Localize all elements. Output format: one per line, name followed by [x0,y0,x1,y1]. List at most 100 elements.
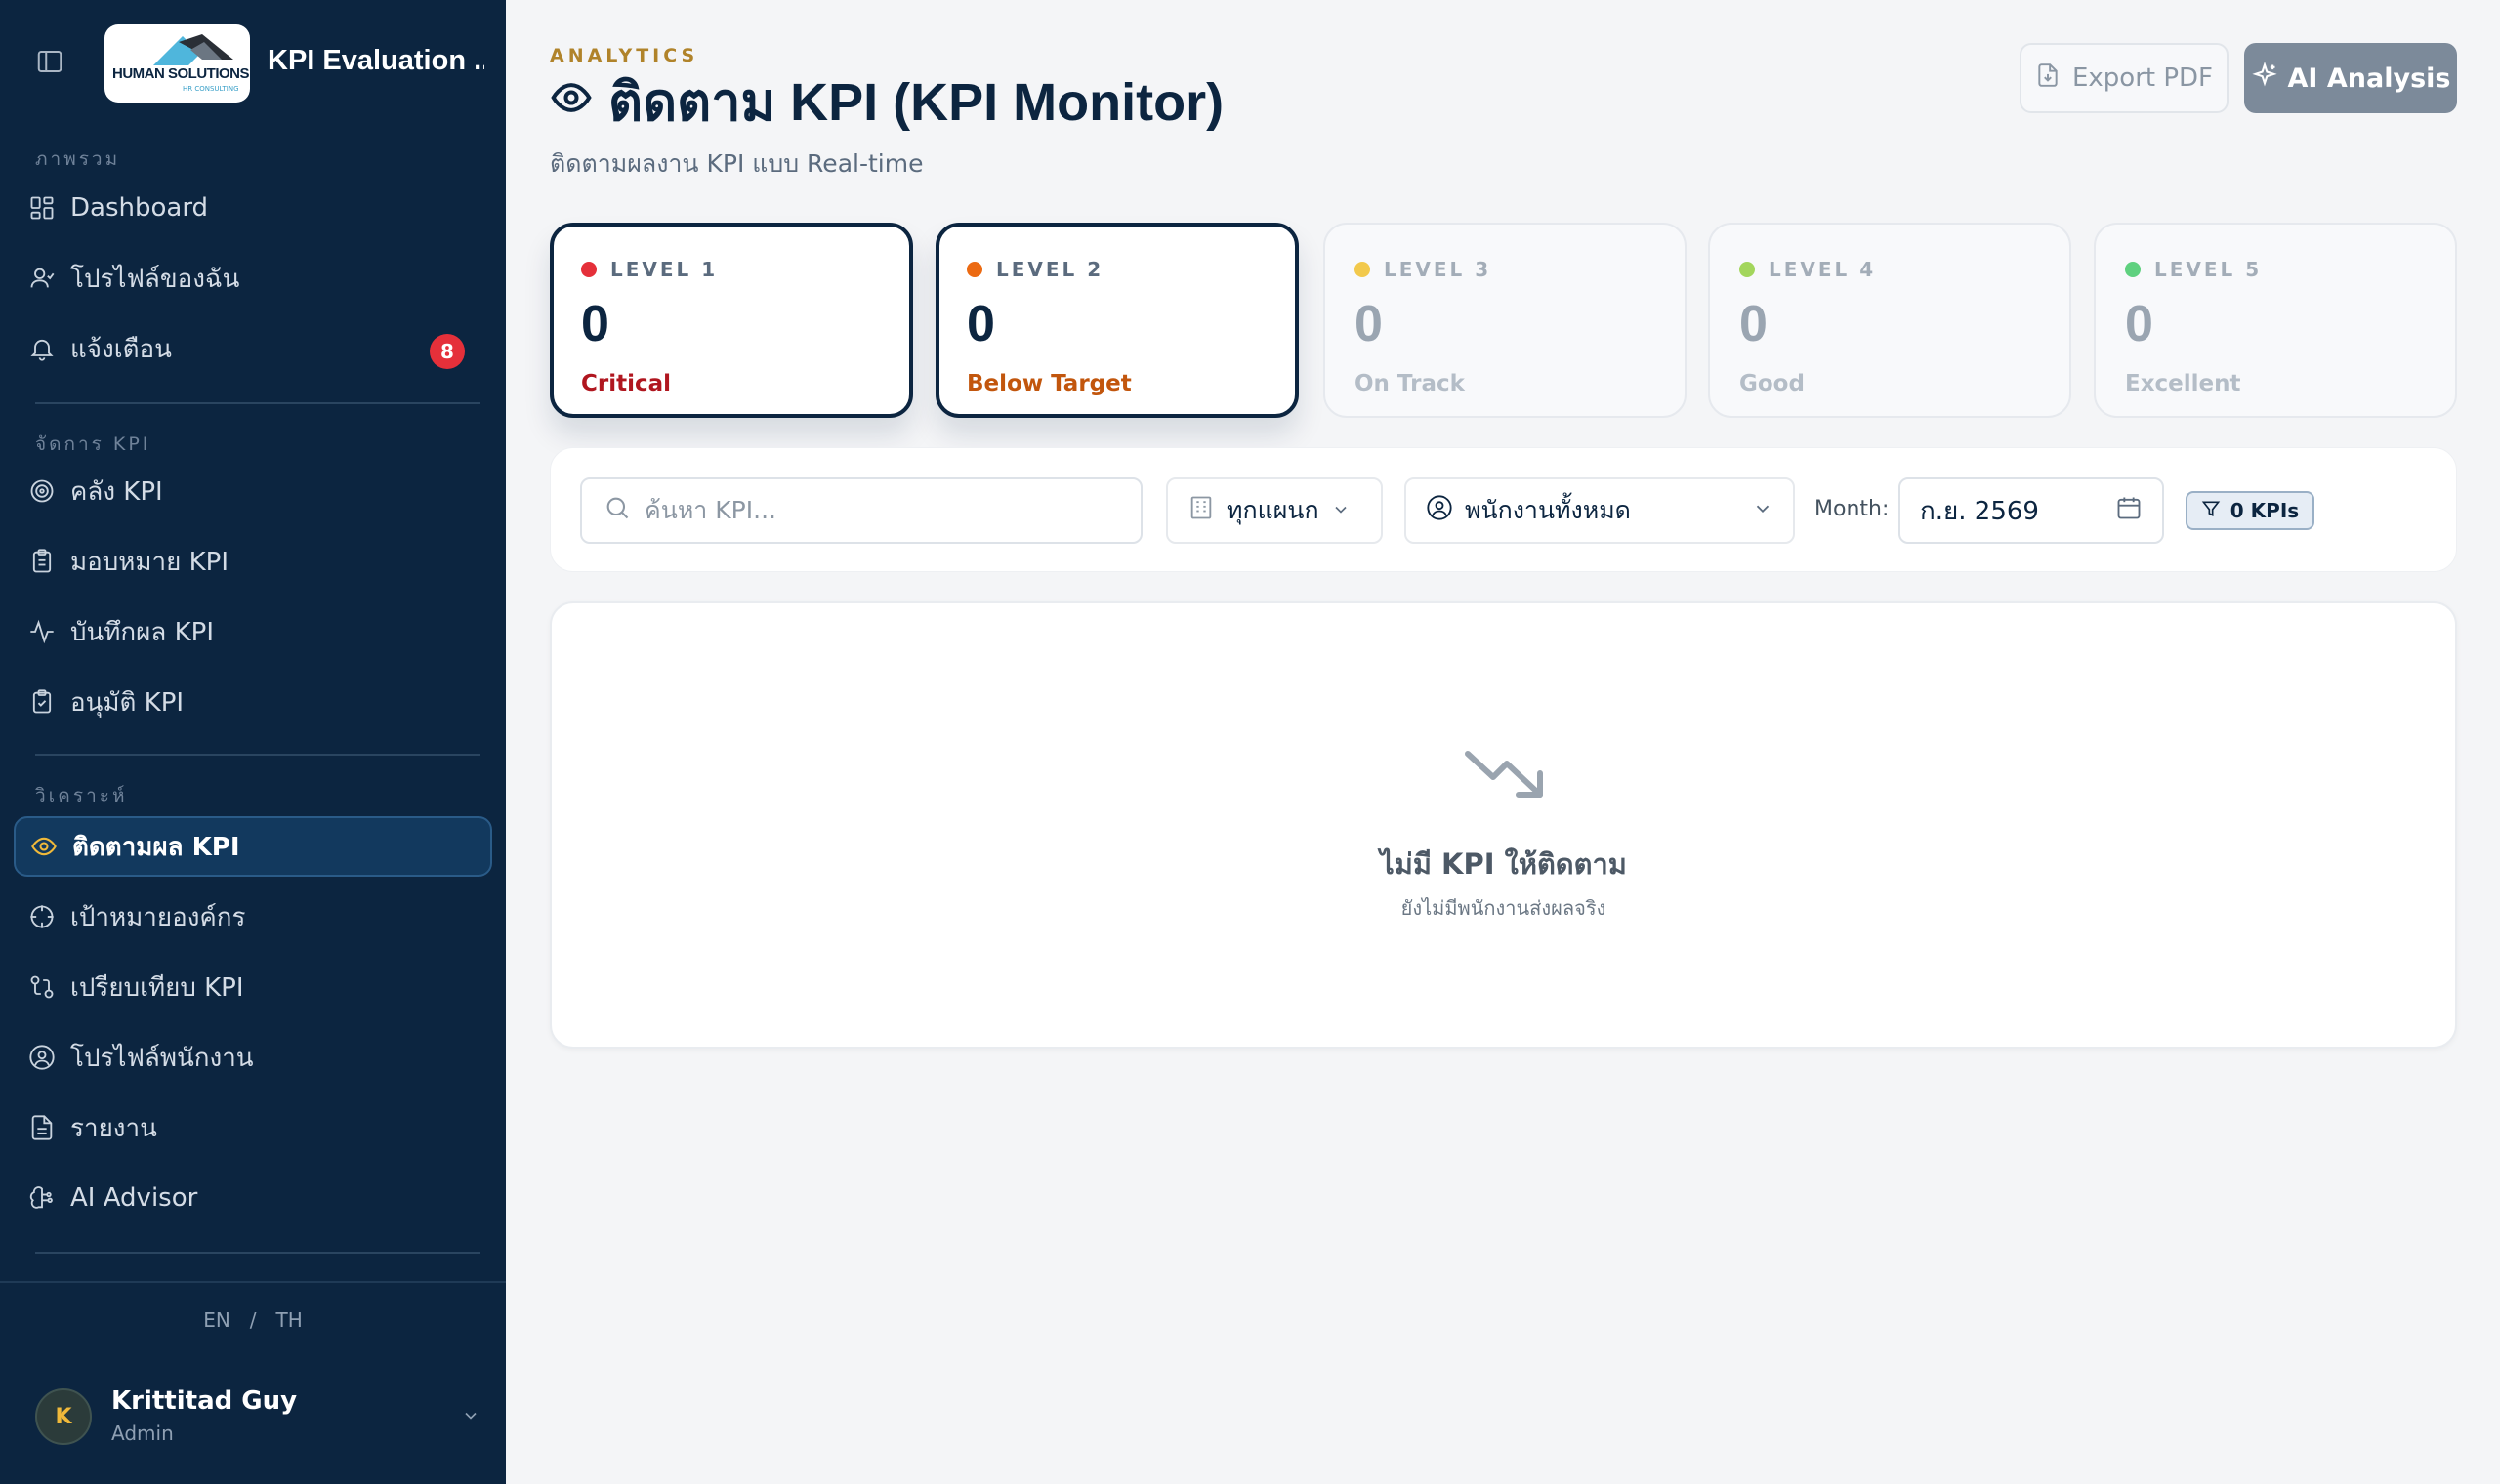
sidebar: HUMAN SOLUTIONS HR CONSULTING KPI Evalua… [0,0,506,1484]
sidebar-item-label: Dashboard [70,193,209,223]
user-name: Krittitad Guy [111,1386,298,1416]
bell-icon [27,334,57,363]
level-label: LEVEL 3 [1384,258,1492,281]
level-count: 0 [2125,296,2153,352]
sidebar-item-reports[interactable]: รายงาน [14,1097,492,1158]
level-card-2[interactable]: LEVEL 2 0 Below Target [936,223,1299,418]
level-count: 0 [1354,296,1383,352]
sidebar-item-kpi-monitor[interactable]: ติดตามผล KPI [14,816,492,877]
level-dot [1354,262,1370,277]
level-dot [581,262,597,277]
level-card-3[interactable]: LEVEL 3 0 On Track [1323,223,1687,418]
avatar: K [35,1388,92,1445]
department-value: ทุกแผนก [1227,496,1319,524]
sidebar-item-org-goals[interactable]: เป้าหมายองค์กร [14,886,492,947]
level-card-4[interactable]: LEVEL 4 0 Good [1708,223,2071,418]
sidebar-item-label: คลัง KPI [70,476,163,507]
eye-icon [550,71,593,132]
activity-icon [27,617,57,646]
sidebar-item-notifications[interactable]: แจ้งเตือน 8 [14,318,492,379]
user-icon [27,264,57,293]
sidebar-toggle-icon[interactable] [35,47,70,76]
sidebar-item-label: บันทึกผล KPI [70,617,214,647]
building-icon [1188,494,1215,527]
chevron-down-icon [1331,497,1351,525]
level-label: LEVEL 5 [2154,258,2263,281]
brain-icon [27,1183,57,1213]
level-label: LEVEL 1 [610,258,719,281]
lang-th-button[interactable]: TH [276,1308,303,1332]
search-input[interactable]: ค้นหา KPI... [580,477,1143,544]
month-label: Month: [1814,497,1890,521]
section-label-overview: ภาพรวม [35,148,121,170]
page-title-text: ติดตาม KPI (KPI Monitor) [608,73,1225,132]
ai-analysis-button[interactable]: AI Analysis [2244,43,2457,113]
level-description: Critical [581,371,672,396]
chevron-down-icon [461,1406,480,1429]
level-card-1[interactable]: LEVEL 1 0 Critical [550,223,913,418]
chevron-down-icon [1752,497,1773,525]
page-title: ติดตาม KPI (KPI Monitor) [550,70,1224,133]
sidebar-item-label: มอบหมาย KPI [70,547,229,577]
employee-value: พนักงานทั้งหมด [1465,496,1631,524]
level-dot [967,262,982,277]
user-role: Admin [111,1422,174,1445]
level-card-5[interactable]: LEVEL 5 0 Excellent [2094,223,2457,418]
filter-bar: ค้นหา KPI... ทุกแผนก พนักงานทั้งหมด Mont… [550,447,2457,572]
export-pdf-label: Export PDF [2071,63,2214,93]
sidebar-item-kpi-library[interactable]: คลัง KPI [14,461,492,521]
sidebar-divider [35,754,480,756]
sidebar-item-approve-kpi[interactable]: อนุมัติ KPI [14,672,492,732]
sidebar-item-label: AI Advisor [70,1183,198,1213]
eye-icon [29,832,59,861]
sidebar-item-label: รายงาน [70,1113,157,1143]
sidebar-item-assign-kpi[interactable]: มอบหมาย KPI [14,531,492,592]
file-text-icon [27,1113,57,1142]
empty-state-subtitle: ยังไม่มีพนักงานส่งผลจริง [1400,896,1606,920]
level-description: Excellent [2125,371,2241,396]
clipboard-check-icon [27,687,57,717]
lang-en-button[interactable]: EN [203,1308,230,1332]
sidebar-item-label: เปรียบเทียบ KPI [70,972,244,1003]
level-label: LEVEL 2 [996,258,1104,281]
employee-select[interactable]: พนักงานทั้งหมด [1404,477,1795,544]
logo-text: HUMAN SOLUTIONS [112,65,250,82]
sidebar-item-employee-profile[interactable]: โปรไฟล์พนักงาน [14,1027,492,1088]
sidebar-item-dashboard[interactable]: Dashboard [14,178,492,238]
logo-subtext: HR CONSULTING [183,85,239,93]
clipboard-icon [27,547,57,576]
user-circle-icon [1426,494,1453,527]
sidebar-item-label: โปรไฟล์พนักงาน [70,1043,254,1073]
calendar-icon [2115,494,2143,528]
sidebar-item-label: เป้าหมายองค์กร [70,902,246,932]
sidebar-item-label: แจ้งเตือน [70,334,172,364]
level-count: 0 [967,296,995,352]
search-placeholder: ค้นหา KPI... [645,496,776,524]
level-description: Good [1739,371,1805,396]
level-dot [1739,262,1755,277]
file-download-icon [2035,62,2061,95]
level-dot [2125,262,2141,277]
sidebar-footer-divider [0,1281,506,1283]
language-switcher: EN / TH [0,1308,506,1332]
sidebar-header: HUMAN SOLUTIONS HR CONSULTING KPI Evalua… [0,0,506,117]
user-menu[interactable]: K Krittitad Guy Admin [35,1386,480,1449]
level-description: On Track [1354,371,1465,396]
sidebar-item-label: ติดตามผล KPI [72,832,240,862]
lang-separator: / [249,1308,257,1332]
export-pdf-button[interactable]: Export PDF [2020,43,2229,113]
month-picker[interactable]: ก.ย. 2569 [1898,477,2164,544]
grid-icon [27,193,57,223]
department-select[interactable]: ทุกแผนก [1166,477,1383,544]
sidebar-divider [35,1252,480,1254]
compare-icon [27,972,57,1002]
notification-count-badge: 8 [430,334,465,369]
sidebar-item-my-profile[interactable]: โปรไฟล์ของฉัน [14,248,492,309]
sidebar-item-ai-advisor[interactable]: AI Advisor [14,1168,492,1228]
company-logo: HUMAN SOLUTIONS HR CONSULTING [104,24,250,103]
ai-analysis-label: AI Analysis [2287,62,2451,94]
sidebar-item-record-kpi[interactable]: บันทึกผล KPI [14,601,492,662]
section-label-manage-kpi: จัดการ KPI [35,433,151,455]
level-description: Below Target [967,371,1132,396]
sidebar-item-compare-kpi[interactable]: เปรียบเทียบ KPI [14,957,492,1017]
